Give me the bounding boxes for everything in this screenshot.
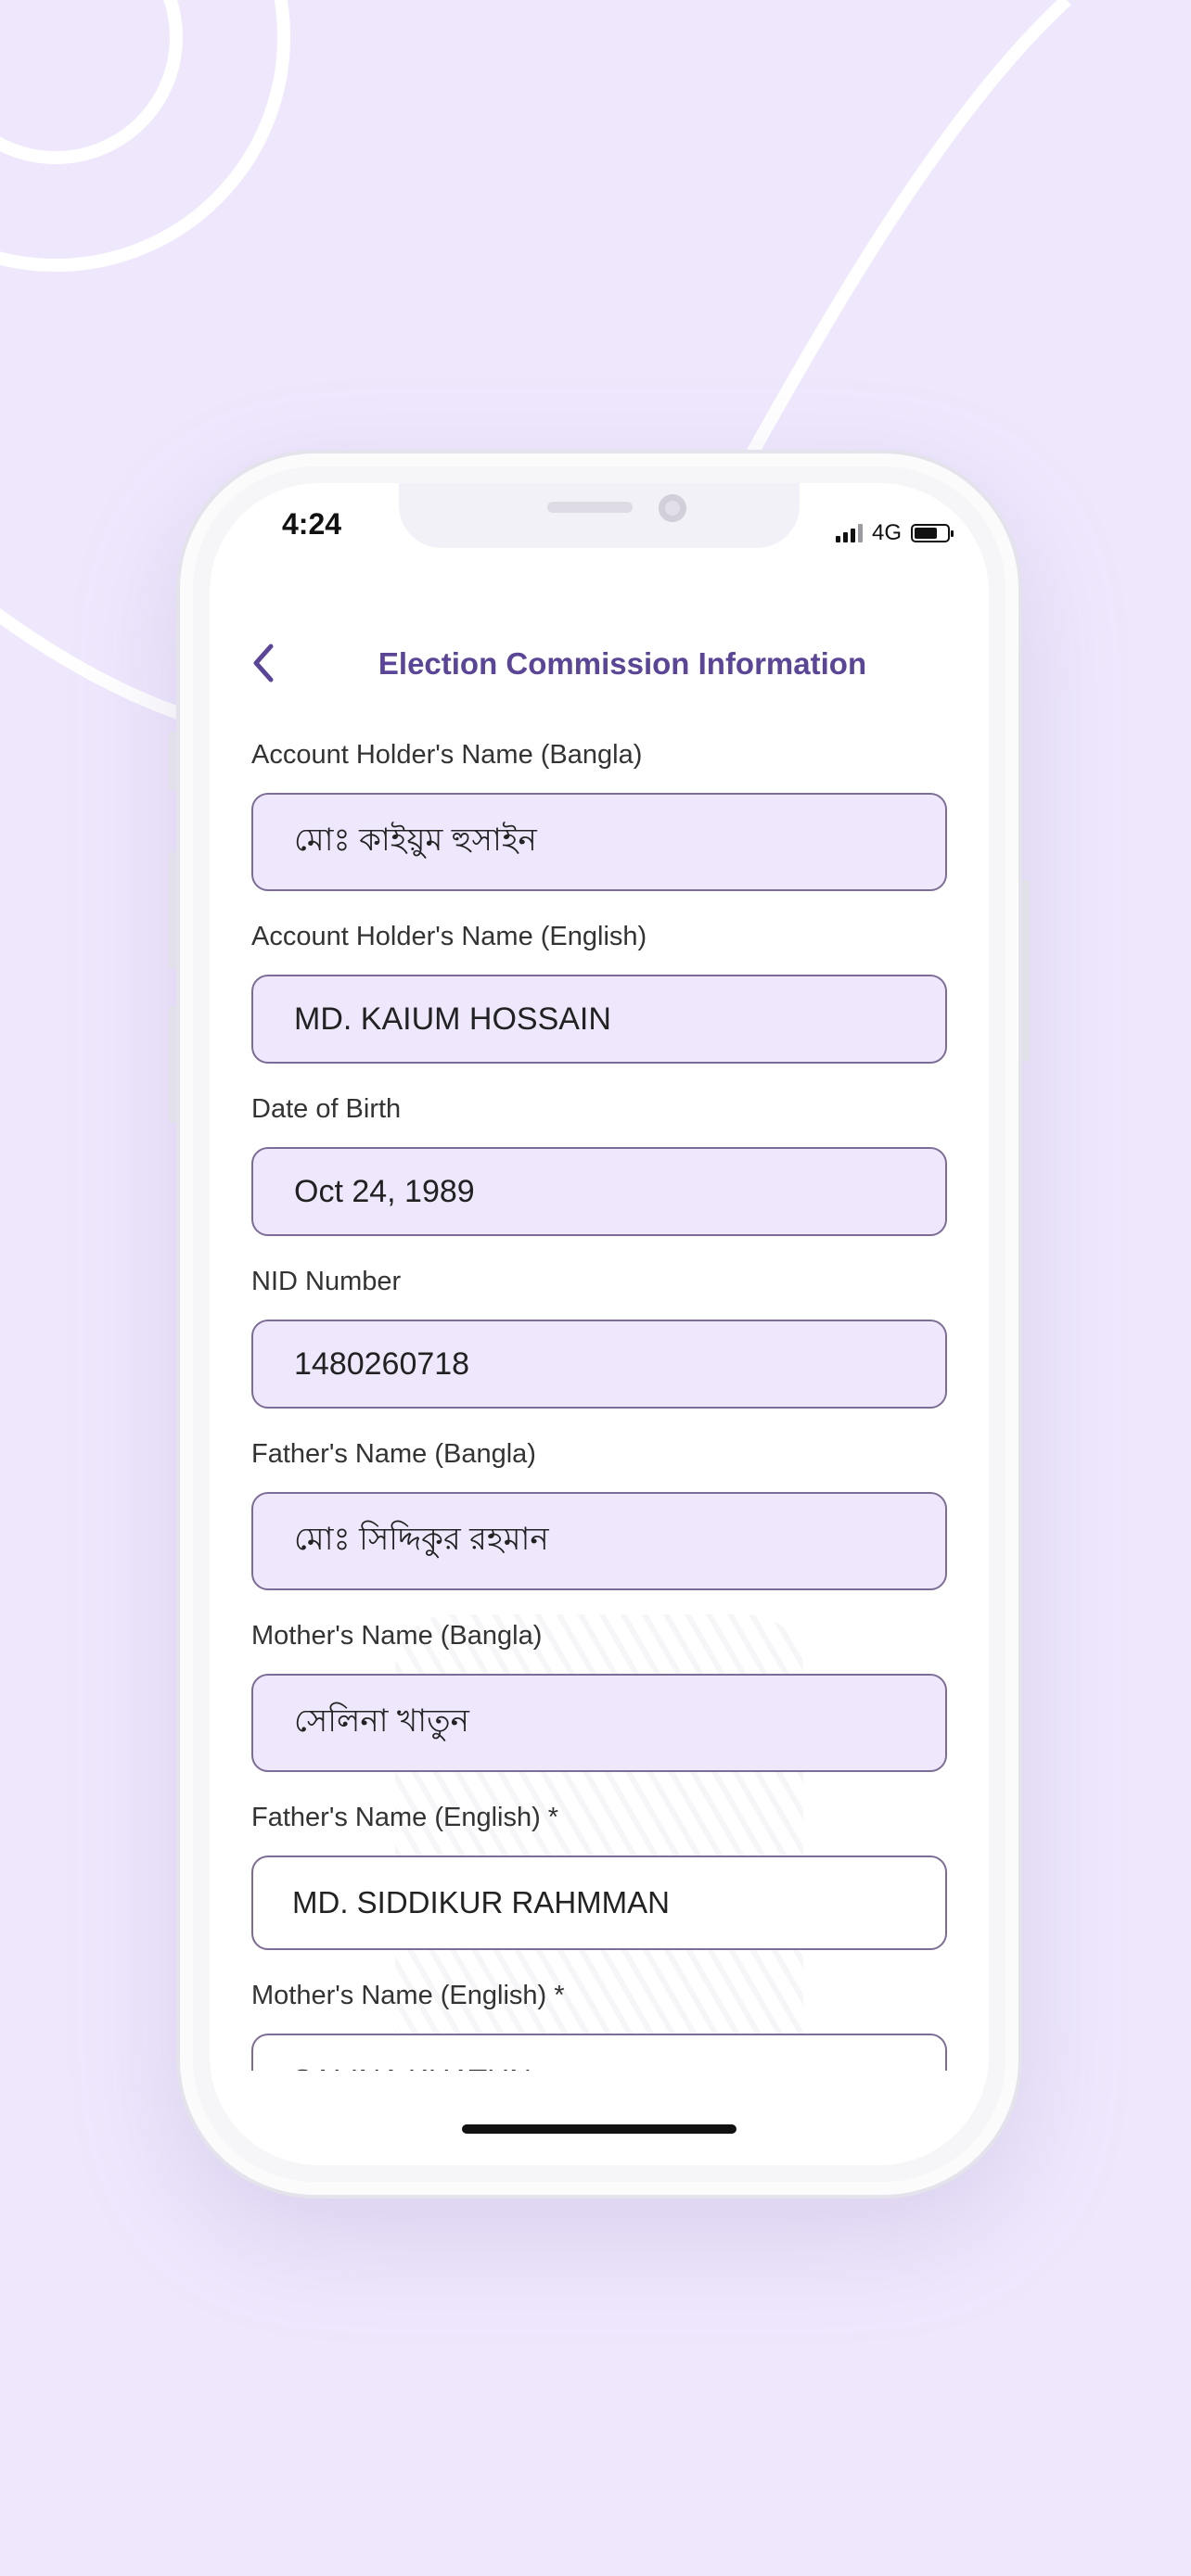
father-name-bangla-field[interactable]: মোঃ সিদ্দিকুর রহমান — [251, 1492, 947, 1590]
father-name-english-label: Father's Name (English) * — [251, 1803, 559, 1832]
page-title: Election Commission Information — [378, 646, 867, 681]
nid-number-field[interactable]: 1480260718 — [251, 1320, 947, 1409]
home-indicator[interactable] — [462, 2124, 736, 2134]
mute-switch — [169, 732, 176, 791]
phone-screen: 4:24 4G Election Commission Information … — [210, 483, 989, 2165]
volume-down-button — [169, 1006, 176, 1123]
network-type: 4G — [871, 520, 902, 545]
back-button[interactable] — [241, 641, 286, 685]
power-button — [1022, 880, 1030, 1062]
mother-name-english-label: Mother's Name (English) * — [251, 1981, 565, 2010]
notch — [399, 483, 800, 548]
election-info-form: Account Holder's Name (Bangla) মোঃ কাইয়… — [251, 740, 947, 2128]
volume-up-button — [169, 852, 176, 969]
father-name-bangla-label: Father's Name (Bangla) — [251, 1439, 536, 1469]
chevron-left-icon — [253, 644, 274, 682]
account-name-english-field[interactable]: MD. KAIUM HOSSAIN — [251, 975, 947, 1064]
father-name-english-input[interactable]: MD. SIDDIKUR RAHMMAN — [251, 1855, 947, 1950]
camera-icon — [659, 494, 686, 522]
status-indicators: 4G — [835, 520, 954, 546]
mother-name-bangla-field[interactable]: সেলিনা খাতুন — [251, 1674, 947, 1772]
battery-level — [915, 528, 937, 539]
date-of-birth-label: Date of Birth — [251, 1094, 402, 1124]
speaker — [547, 502, 633, 513]
account-name-english-label: Account Holder's Name (English) — [251, 922, 647, 951]
mother-name-bangla-label: Mother's Name (Bangla) — [251, 1621, 543, 1651]
phone-frame: 4:24 4G Election Commission Information … — [169, 450, 1030, 2199]
status-time: 4:24 — [282, 507, 342, 541]
date-of-birth-field[interactable]: Oct 24, 1989 — [251, 1147, 947, 1236]
battery-icon — [911, 524, 954, 542]
account-name-bangla-field[interactable]: মোঃ কাইয়ুম হুসাইন — [251, 793, 947, 891]
scroll-clip — [210, 2071, 989, 2130]
account-name-bangla-label: Account Holder's Name (Bangla) — [251, 740, 643, 770]
nid-number-label: NID Number — [251, 1267, 402, 1296]
signal-icon — [835, 524, 863, 542]
